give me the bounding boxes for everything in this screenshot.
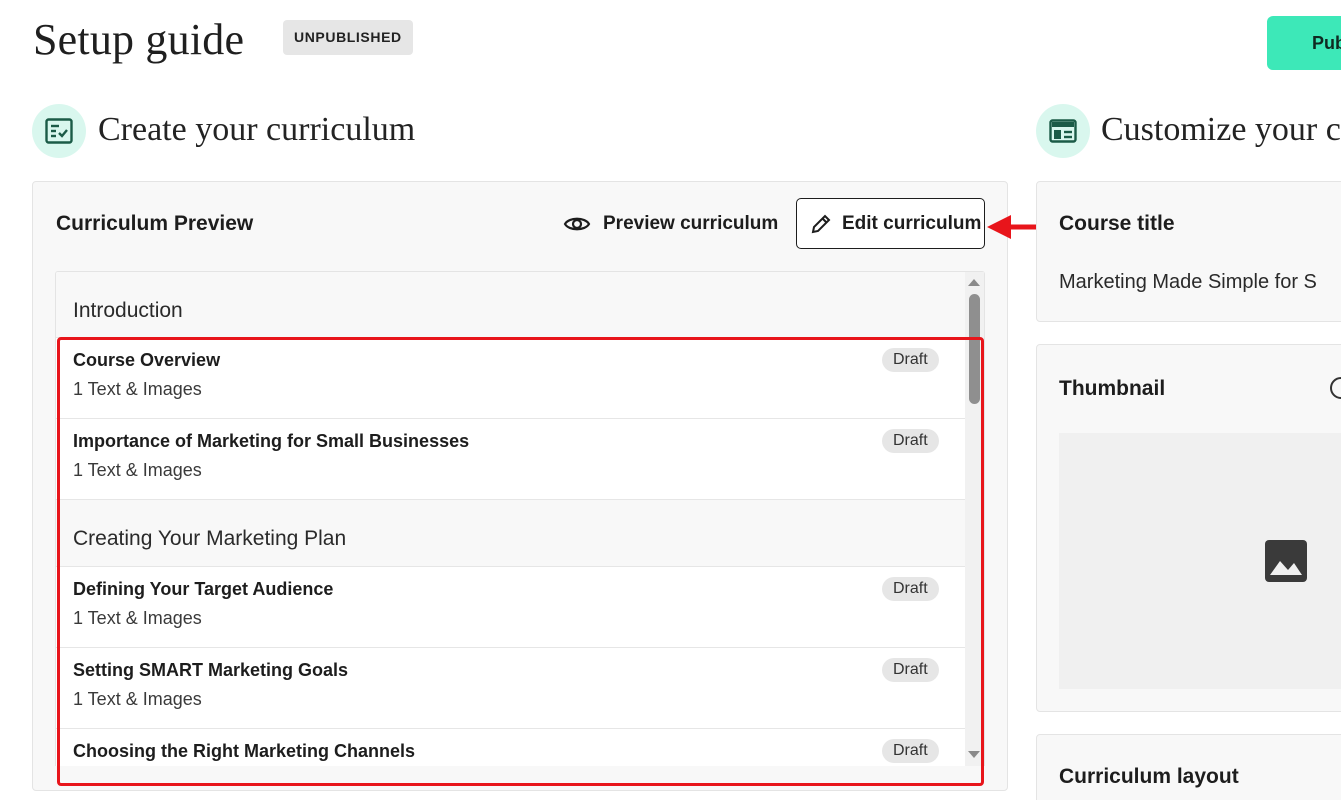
draft-badge: Draft	[882, 429, 939, 453]
section-header: Introduction	[56, 272, 966, 338]
edit-curriculum-label: Edit curriculum	[842, 212, 982, 234]
layout-icon	[1036, 104, 1090, 158]
section-header: Creating Your Marketing Plan	[56, 500, 966, 567]
draft-badge: Draft	[882, 348, 939, 372]
lesson-title: Choosing the Right Marketing Channels	[73, 741, 416, 761]
lesson-title: Course Overview	[73, 350, 221, 370]
curriculum-preview-title: Curriculum Preview	[56, 212, 254, 235]
lesson-row[interactable]: Importance of Marketing for Small Busine…	[56, 419, 966, 500]
lesson-meta: 1 Text & Images	[73, 460, 202, 480]
lesson-meta: 1 Text & Images	[73, 608, 202, 628]
checklist-icon	[32, 104, 86, 158]
section-title: Creating Your Marketing Plan	[73, 527, 347, 550]
image-icon	[1265, 540, 1307, 582]
course-title-card	[1036, 181, 1341, 322]
curriculum-layout-label: Curriculum layout	[1059, 765, 1239, 788]
lesson-title: Setting SMART Marketing Goals	[73, 660, 349, 680]
lesson-meta: 1 Text & Images	[73, 379, 202, 399]
section-title: Introduction	[73, 299, 183, 322]
edit-curriculum-button[interactable]: Edit curriculum	[796, 198, 985, 249]
course-title-label: Course title	[1059, 212, 1175, 235]
lesson-row[interactable]: Choosing the Right Marketing Channels Dr…	[56, 729, 966, 766]
pencil-icon	[811, 214, 831, 233]
eye-icon	[563, 217, 591, 231]
curriculum-heading: Create your curriculum	[98, 111, 416, 148]
course-title-value[interactable]: Marketing Made Simple for S	[1059, 271, 1317, 294]
preview-curriculum-label: Preview curriculum	[603, 213, 779, 234]
publish-button[interactable]: Pub	[1267, 16, 1341, 70]
lesson-meta: 1 Text & Images	[73, 689, 202, 709]
lesson-row[interactable]: Defining Your Target Audience 1 Text & I…	[56, 567, 966, 648]
scroll-up-arrow-icon[interactable]	[968, 279, 980, 286]
lesson-row[interactable]: Course Overview 1 Text & Images Draft	[56, 338, 966, 419]
page-title: Setup guide	[33, 15, 245, 64]
preview-curriculum-link[interactable]: Preview curriculum	[563, 207, 778, 241]
curriculum-list: Introduction Course Overview 1 Text & Im…	[55, 271, 985, 766]
draft-badge: Draft	[882, 577, 939, 601]
scrollbar-thumb[interactable]	[969, 294, 980, 404]
customize-heading: Customize your c	[1101, 111, 1341, 148]
lesson-title: Importance of Marketing for Small Busine…	[73, 431, 470, 451]
lesson-row[interactable]: Setting SMART Marketing Goals 1 Text & I…	[56, 648, 966, 729]
draft-badge: Draft	[882, 658, 939, 682]
draft-badge: Draft	[882, 739, 939, 763]
scroll-down-arrow-icon[interactable]	[968, 751, 980, 758]
lesson-title: Defining Your Target Audience	[73, 579, 334, 599]
status-badge: UNPUBLISHED	[283, 20, 413, 55]
thumbnail-label: Thumbnail	[1059, 377, 1166, 400]
